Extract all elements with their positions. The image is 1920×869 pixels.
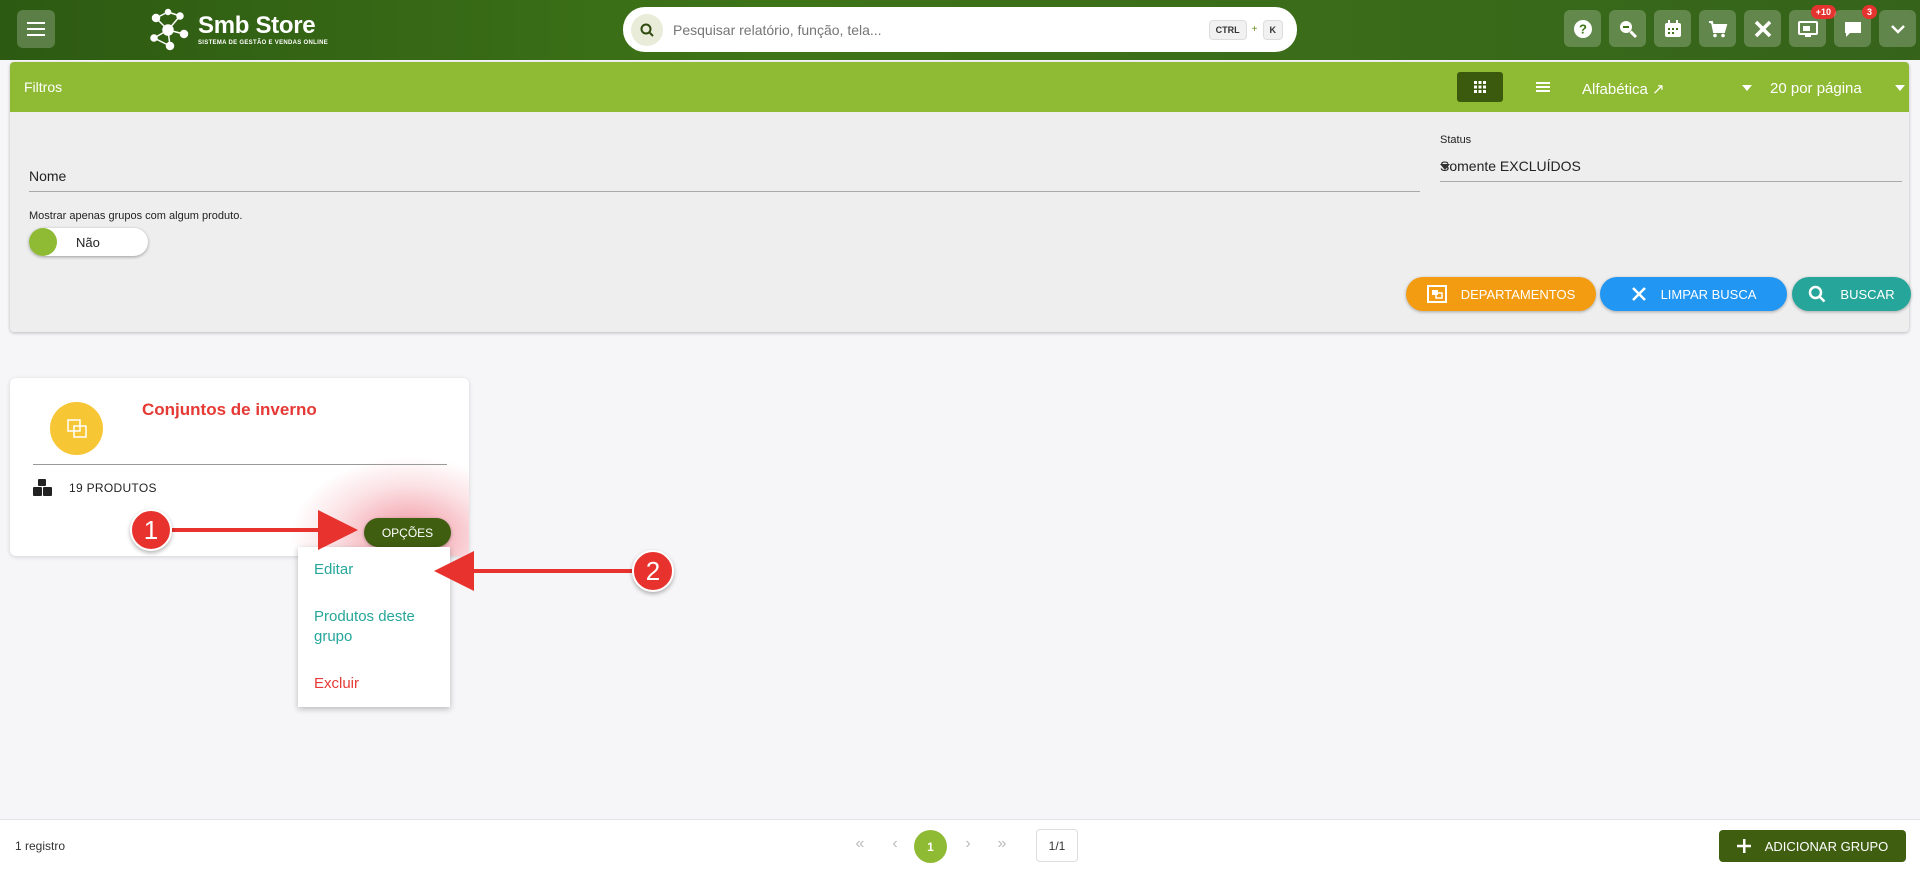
prev-page-icon[interactable]: ‹ [883,832,907,856]
annotation-arrows [172,510,632,591]
last-page-icon[interactable]: » [990,832,1014,856]
annotation-marker-1: 1 [130,509,172,551]
plus-icon [1736,839,1751,853]
marker-2-label: 2 [645,555,661,586]
record-count: 1 registro [15,839,66,853]
current-page[interactable]: 1 [914,830,947,863]
add-group-button[interactable]: ADICIONAR GRUPO [1719,830,1906,862]
marker-1-label: 1 [143,514,159,545]
annotation-marker-2: 2 [632,550,674,592]
page-total: 1/1 [1036,829,1078,862]
footer-bar: 1 registro « ‹ 1 › » 1/1 ADICIONAR GRUPO [0,819,1920,869]
first-page-icon[interactable]: « [848,832,872,856]
add-group-label: ADICIONAR GRUPO [1764,838,1889,854]
next-page-icon[interactable]: › [956,832,980,856]
